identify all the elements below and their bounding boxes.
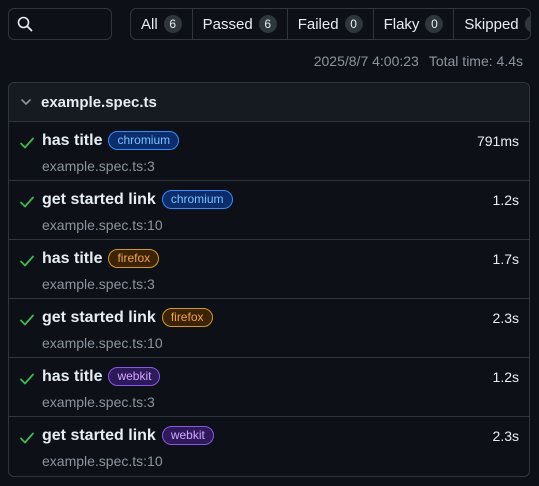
test-duration: 1.7s — [492, 251, 519, 267]
test-duration: 1.2s — [492, 369, 519, 385]
search-input[interactable] — [39, 16, 109, 32]
chevron-down-icon — [21, 99, 31, 105]
check-icon — [20, 255, 34, 267]
test-heading: has title webkit — [42, 367, 161, 386]
test-duration: 1.2s — [492, 192, 519, 208]
test-title[interactable]: get started link — [42, 191, 156, 209]
search-box[interactable] — [8, 8, 112, 40]
test-title[interactable]: has title — [42, 368, 102, 386]
test-duration: 2.3s — [492, 428, 519, 444]
project-badge[interactable]: webkit — [108, 367, 161, 386]
test-title[interactable]: get started link — [42, 309, 156, 327]
file-name: example.spec.ts — [41, 93, 157, 111]
total-time: Total time: 4.4s — [428, 53, 523, 69]
test-title[interactable]: has title — [42, 132, 102, 150]
filter-count: 6 — [163, 15, 182, 33]
test-title[interactable]: get started link — [42, 427, 156, 445]
filter-label: Skipped — [464, 15, 519, 33]
test-heading: get started link firefox — [42, 308, 213, 327]
filter-label: Passed — [202, 15, 253, 33]
filter-label: Failed — [297, 15, 339, 33]
test-duration: 2.3s — [492, 310, 519, 326]
check-icon — [20, 137, 34, 149]
project-badge[interactable]: firefox — [161, 308, 213, 327]
test-row[interactable]: has title webkit example.spec.ts:3 1.2s — [9, 358, 529, 417]
test-heading: get started link chromium — [42, 190, 233, 209]
check-icon — [20, 432, 34, 444]
search-icon — [17, 16, 33, 32]
filter-count: 0 — [524, 15, 530, 33]
project-badge[interactable]: chromium — [161, 190, 233, 209]
test-location: example.spec.ts:3 — [42, 394, 155, 410]
project-badge[interactable]: webkit — [161, 426, 214, 445]
test-row[interactable]: has title firefox example.spec.ts:3 1.7s — [9, 240, 529, 299]
filter-count: 6 — [258, 15, 277, 33]
check-icon — [20, 196, 34, 208]
run-meta: 2025/8/7 4:00:23 Total time: 4.4s — [314, 53, 523, 69]
filter-count: 0 — [344, 15, 363, 33]
test-row[interactable]: get started link chromium example.spec.ts:… — [9, 181, 529, 240]
test-row[interactable]: get started link firefox example.spec.ts:1… — [9, 299, 529, 358]
run-timestamp: 2025/8/7 4:00:23 — [313, 53, 419, 69]
test-duration: 791ms — [476, 133, 519, 149]
test-location: example.spec.ts:10 — [42, 335, 163, 351]
test-row[interactable]: get started link webkit example.spec.ts:10… — [9, 417, 529, 476]
filter-failed[interactable]: Failed 0 — [288, 9, 374, 39]
filter-passed[interactable]: Passed 6 — [193, 9, 288, 39]
file-group: example.spec.ts has title chromium example… — [8, 82, 530, 477]
file-header[interactable]: example.spec.ts — [9, 83, 529, 122]
filter-label: All — [141, 15, 158, 33]
test-heading: has title firefox — [42, 249, 160, 268]
test-location: example.spec.ts:10 — [42, 453, 163, 469]
top-bar: All 6 Passed 6 Failed 0 Flaky 0 Skipped … — [8, 8, 531, 40]
test-location: example.spec.ts:10 — [42, 217, 163, 233]
check-icon — [20, 314, 34, 326]
test-heading: has title chromium — [42, 131, 180, 150]
test-location: example.spec.ts:3 — [42, 276, 155, 292]
filter-skipped[interactable]: Skipped 0 — [454, 9, 530, 39]
filter-count: 0 — [425, 15, 444, 33]
test-title[interactable]: has title — [42, 250, 102, 268]
test-heading: get started link webkit — [42, 426, 214, 445]
test-row[interactable]: has title chromium example.spec.ts:3 791ms — [9, 122, 529, 181]
project-badge[interactable]: chromium — [108, 131, 180, 150]
project-badge[interactable]: firefox — [108, 249, 160, 268]
report-app: All 6 Passed 6 Failed 0 Flaky 0 Skipped … — [0, 0, 539, 486]
test-list: has title chromium example.spec.ts:3 791ms g… — [9, 122, 529, 476]
status-filters: All 6 Passed 6 Failed 0 Flaky 0 Skipped … — [130, 8, 531, 40]
filter-flaky[interactable]: Flaky 0 — [374, 9, 455, 39]
filter-all[interactable]: All 6 — [131, 9, 193, 39]
check-icon — [20, 373, 34, 385]
test-location: example.spec.ts:3 — [42, 158, 155, 174]
filter-label: Flaky — [383, 15, 420, 33]
